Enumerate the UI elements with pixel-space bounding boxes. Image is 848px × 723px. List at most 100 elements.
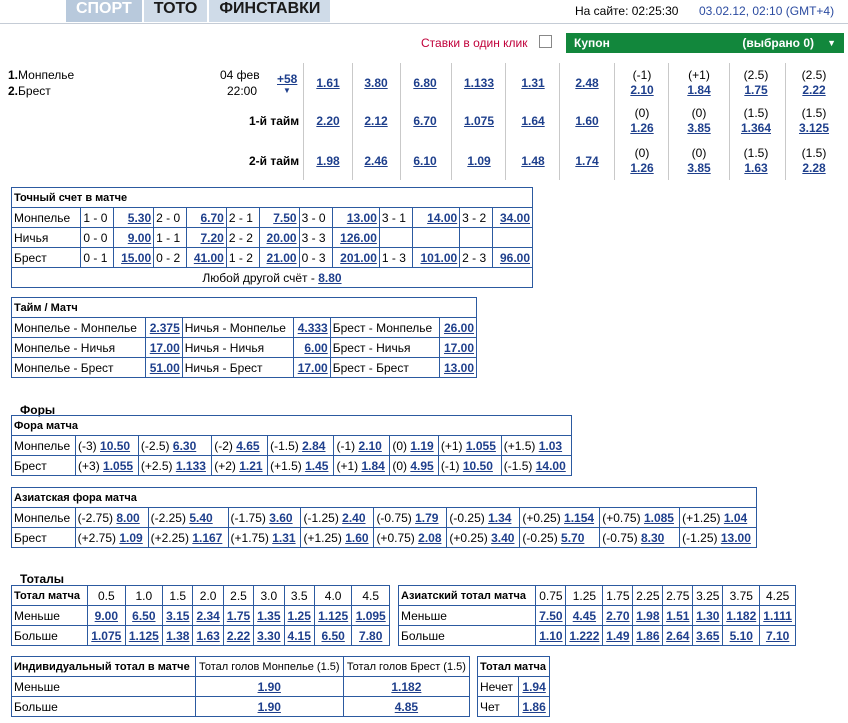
odd-link[interactable]: 1.64 [521, 114, 544, 128]
odd-link[interactable]: 9.00 [95, 609, 118, 623]
odd-link[interactable]: 10.50 [463, 459, 493, 473]
odd-link[interactable]: 2.08 [418, 531, 441, 545]
odd-link[interactable]: 1.154 [564, 511, 594, 525]
odd-link[interactable]: 1.182 [726, 609, 756, 623]
odd-link[interactable]: 5.70 [561, 531, 584, 545]
odd-link[interactable]: 2.64 [666, 629, 689, 643]
odd-link[interactable]: 1.51 [666, 609, 689, 623]
odd-link[interactable]: 4.15 [288, 629, 311, 643]
odd-link[interactable]: 1.364 [741, 121, 771, 135]
odd-link[interactable]: 1.19 [410, 439, 433, 453]
odd-link[interactable]: 2.28 [802, 161, 825, 175]
odd-link[interactable]: 10.50 [100, 439, 130, 453]
odd-link[interactable]: 13.00 [444, 361, 474, 375]
odd-link[interactable]: 1.98 [316, 154, 339, 168]
odd-link[interactable]: 14.00 [536, 459, 566, 473]
odd-link[interactable]: 1.26 [630, 161, 653, 175]
odd-link[interactable]: 126.00 [340, 231, 377, 245]
odd-link[interactable]: 7.80 [359, 629, 382, 643]
one-click-checkbox[interactable] [539, 35, 552, 48]
odd-link[interactable]: 1.79 [415, 511, 438, 525]
odd-link[interactable]: 4.95 [410, 459, 433, 473]
more-markets-link[interactable]: +58 [277, 72, 297, 86]
odd-link[interactable]: 3.85 [687, 121, 710, 135]
odd-link[interactable]: 1.90 [258, 700, 281, 714]
odd-link[interactable]: 8.00 [116, 511, 139, 525]
odd-link[interactable]: 1.182 [391, 680, 421, 694]
odd-link[interactable]: 7.50 [539, 609, 562, 623]
odd-link[interactable]: 41.00 [194, 251, 224, 265]
odd-link[interactable]: 6.50 [132, 609, 155, 623]
odd-link[interactable]: 7.50 [273, 211, 296, 225]
odd-link[interactable]: 1.31 [272, 531, 295, 545]
odd-link[interactable]: 2.34 [196, 609, 219, 623]
odd-link[interactable]: 5.40 [189, 511, 212, 525]
odd-link[interactable]: 1.75 [227, 609, 250, 623]
odd-link[interactable]: 2.12 [364, 114, 387, 128]
odd-link[interactable]: 6.50 [321, 629, 344, 643]
odd-link[interactable]: 17.00 [150, 341, 180, 355]
odd-link[interactable]: 1.35 [257, 609, 280, 623]
odd-link[interactable]: 96.00 [500, 251, 530, 265]
odd-link[interactable]: 17.00 [298, 361, 328, 375]
odd-link[interactable]: 17.00 [444, 341, 474, 355]
odd-link[interactable]: 1.25 [288, 609, 311, 623]
coupon-bar[interactable]: Купон (выбрано 0) ▼ [566, 33, 844, 53]
odd-link[interactable]: 201.00 [340, 251, 377, 265]
odd-link[interactable]: 3.40 [491, 531, 514, 545]
odd-link[interactable]: 15.00 [121, 251, 151, 265]
odd-link[interactable]: 1.095 [356, 609, 386, 623]
odd-link[interactable]: 1.09 [119, 531, 142, 545]
odd-link[interactable]: 1.45 [305, 459, 328, 473]
odd-link[interactable]: 1.60 [345, 531, 368, 545]
odd-link[interactable]: 2.48 [575, 76, 598, 90]
chevron-down-icon[interactable]: ▼ [283, 86, 291, 95]
odd-link[interactable]: 1.48 [521, 154, 544, 168]
odd-link[interactable]: 7.10 [766, 629, 789, 643]
odd-link[interactable]: 1.167 [192, 531, 222, 545]
odd-link[interactable]: 14.00 [427, 211, 457, 225]
odd-link[interactable]: 1.84 [687, 83, 710, 97]
odd-link[interactable]: 2.375 [150, 321, 180, 335]
odd-link[interactable]: 1.055 [103, 459, 133, 473]
odd-link[interactable]: 1.111 [763, 609, 792, 623]
odd-link[interactable]: 5.10 [730, 629, 753, 643]
odd-link[interactable]: 3.65 [696, 629, 719, 643]
odd-link[interactable]: 3.80 [364, 76, 387, 90]
odd-link[interactable]: 2.70 [606, 609, 629, 623]
odd-link[interactable]: 2.22 [227, 629, 250, 643]
odd-link[interactable]: 1.055 [466, 439, 496, 453]
odd-link[interactable]: 51.00 [150, 361, 180, 375]
odd-link[interactable]: 3.60 [269, 511, 292, 525]
odd-link[interactable]: 1.31 [521, 76, 544, 90]
odd-link[interactable]: 2.84 [302, 439, 325, 453]
odd-link[interactable]: 4.85 [395, 700, 418, 714]
chevron-down-icon[interactable]: ▼ [827, 33, 836, 53]
odd-link[interactable]: 2.10 [358, 439, 381, 453]
odd-link[interactable]: 1.63 [196, 629, 219, 643]
odd-link[interactable]: 101.00 [420, 251, 457, 265]
odd-link[interactable]: 1.075 [91, 629, 121, 643]
odd-link[interactable]: 1.94 [522, 680, 545, 694]
odd-link[interactable]: 26.00 [444, 321, 474, 335]
odd-link[interactable]: 20.00 [267, 231, 297, 245]
odd-link[interactable]: 1.34 [488, 511, 511, 525]
odd-link[interactable]: 2.46 [364, 154, 387, 168]
odd-link[interactable]: 1.90 [258, 680, 281, 694]
odd-link[interactable]: 4.65 [236, 439, 259, 453]
odd-link[interactable]: 8.80 [318, 271, 341, 285]
odd-link[interactable]: 1.75 [744, 83, 767, 97]
odd-link[interactable]: 1.60 [575, 114, 598, 128]
odd-link[interactable]: 6.10 [413, 154, 436, 168]
odd-link[interactable]: 4.333 [298, 321, 328, 335]
odd-link[interactable]: 4.45 [573, 609, 596, 623]
odd-link[interactable]: 34.00 [500, 211, 530, 225]
nav-toto[interactable]: ТОТО [143, 0, 208, 22]
odd-link[interactable]: 6.00 [304, 341, 327, 355]
odd-link[interactable]: 1.74 [575, 154, 598, 168]
odd-link[interactable]: 1.085 [644, 511, 674, 525]
odd-link[interactable]: 1.09 [467, 154, 490, 168]
odd-link[interactable]: 1.86 [636, 629, 659, 643]
odd-link[interactable]: 3.15 [166, 609, 189, 623]
odd-link[interactable]: 1.04 [724, 511, 747, 525]
